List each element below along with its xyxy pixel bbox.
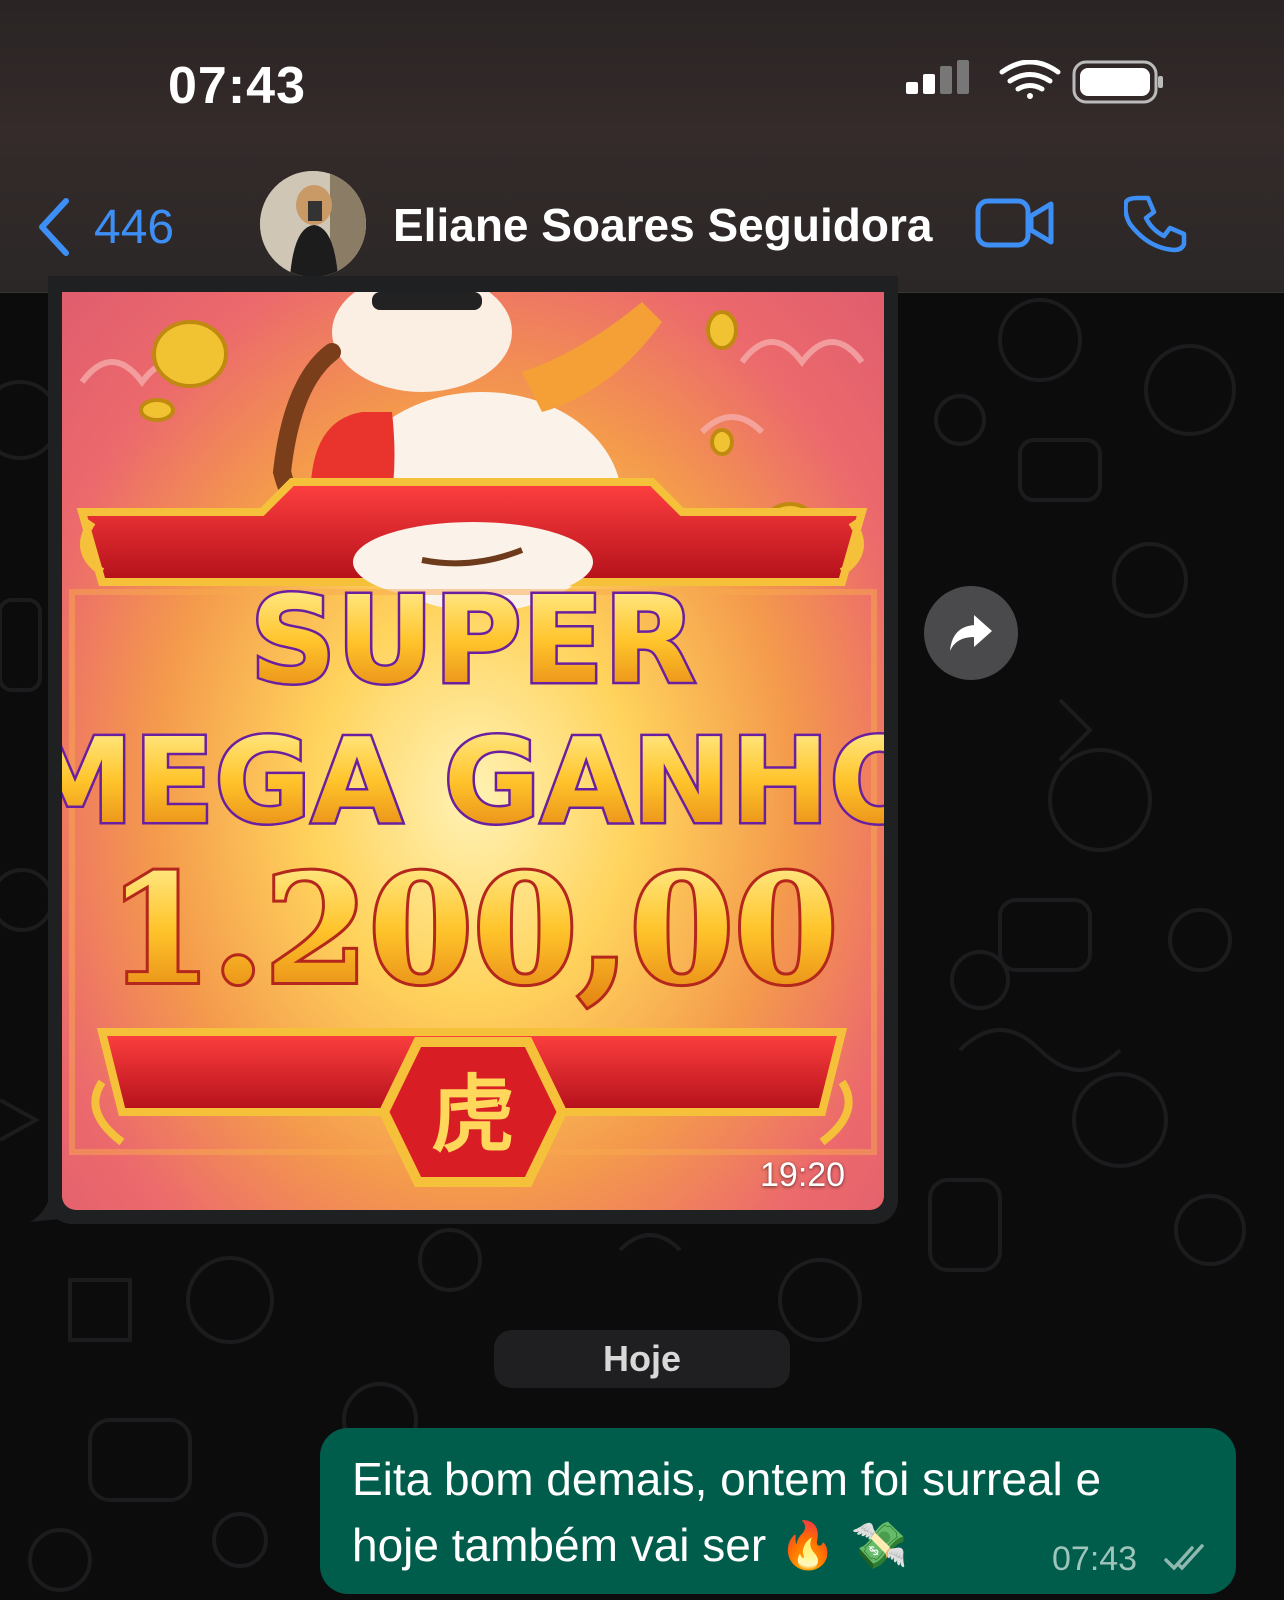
win-title-line1: SUPER — [250, 572, 696, 711]
image-timestamp: 19:20 — [760, 1156, 846, 1194]
date-separator: Hoje — [494, 1330, 790, 1388]
forward-button[interactable] — [924, 586, 1018, 680]
status-icons — [906, 59, 1166, 115]
outgoing-timestamp: 07:43 — [1052, 1540, 1138, 1578]
read-receipt-icon — [1164, 1544, 1204, 1571]
contact-name[interactable]: Eliane Soares Seguidora — [393, 198, 932, 252]
status-time: 07:43 — [168, 57, 306, 115]
voice-call-button[interactable] — [1123, 192, 1188, 261]
forward-icon — [950, 615, 992, 651]
chat-header: 07:43 446 Eliane Soares Seguidora — [0, 0, 1284, 293]
tiger-seal: 虎 — [431, 1066, 515, 1164]
battery-icon — [1072, 60, 1163, 104]
video-call-button[interactable] — [975, 196, 1055, 257]
video-call-icon — [975, 198, 1054, 248]
win-amount: 1.200,00 — [108, 842, 839, 1018]
phone-icon — [1123, 195, 1187, 253]
back-button[interactable]: 446 — [36, 192, 206, 262]
win-title-line2: MEGA GANHO — [62, 712, 884, 850]
avatar[interactable] — [260, 171, 366, 277]
outgoing-text-line1: Eita bom demais, ontem foi surreal e — [352, 1453, 1102, 1505]
wifi-icon — [999, 59, 1061, 99]
signal-icon — [906, 60, 969, 94]
emoji-fire-money: 🔥 💸 — [778, 1518, 909, 1572]
game-screenshot-image[interactable]: SUPER MEGA GANHO 1.200,00 虎 — [62, 292, 884, 1210]
unread-count: 446 — [94, 200, 175, 254]
chevron-left-icon — [39, 198, 69, 256]
outgoing-text-line2: hoje também vai ser — [352, 1519, 767, 1571]
